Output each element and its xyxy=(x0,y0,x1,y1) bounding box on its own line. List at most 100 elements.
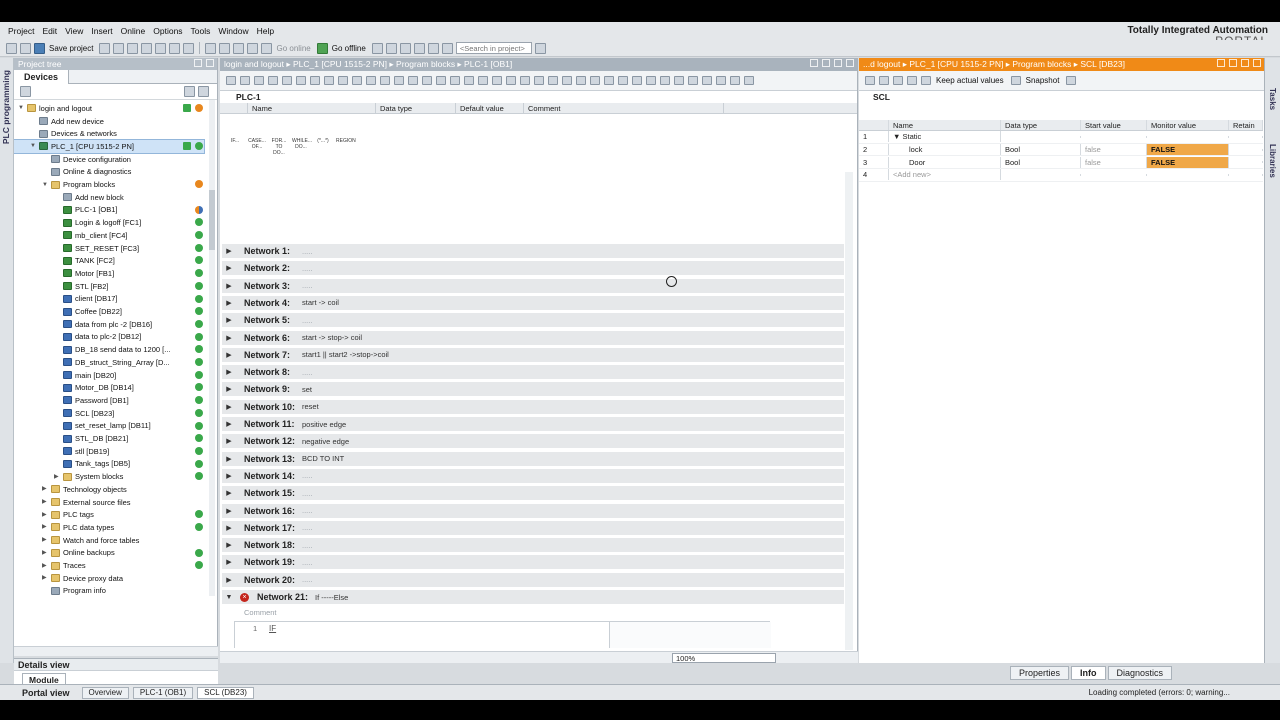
network-row[interactable]: ▶ Network 20:..... xyxy=(222,572,844,588)
editor-tool-icon[interactable] xyxy=(478,76,488,85)
instr-for[interactable]: FOR... TO DO... xyxy=(270,138,288,162)
start-cpu-icon[interactable] xyxy=(385,42,397,54)
db-cell-start[interactable]: false xyxy=(1081,144,1147,156)
menu-options[interactable]: Options xyxy=(149,26,186,36)
instr-if[interactable]: IF... xyxy=(226,138,244,162)
cross-reference-icon[interactable] xyxy=(413,42,425,54)
collapse-arrow-icon[interactable]: ▶ xyxy=(222,334,236,342)
search-input[interactable] xyxy=(455,42,532,54)
db-add-row-icon[interactable] xyxy=(879,76,889,85)
split-horizontal-icon[interactable] xyxy=(427,42,439,54)
editor-tool-icon[interactable] xyxy=(366,76,376,85)
collapse-arrow-icon[interactable]: ▶ xyxy=(222,437,236,445)
go-offline-button[interactable]: Go offline xyxy=(332,44,366,53)
collapse-arrow-icon[interactable]: ▶ xyxy=(42,486,48,492)
network-row[interactable]: ▶ Network 11: positive edge xyxy=(222,417,844,432)
tree-item[interactable]: ▶ External source files xyxy=(14,496,204,509)
collapse-arrow-icon[interactable]: ▶ xyxy=(222,455,236,463)
collapse-arrow-icon[interactable]: ▶ xyxy=(222,385,236,393)
tree-item[interactable]: Motor_DB [DB14] xyxy=(14,381,204,394)
tree-item[interactable]: DB_18 send data to 1200 [... xyxy=(14,343,204,356)
editor-tool-icon[interactable] xyxy=(240,76,250,85)
menu-tools[interactable]: Tools xyxy=(187,26,215,36)
tree-item[interactable]: ▶ System blocks xyxy=(14,470,204,483)
download-icon[interactable] xyxy=(219,42,231,54)
menu-view[interactable]: View xyxy=(61,26,87,36)
open-project-icon[interactable] xyxy=(20,42,31,54)
go-online-icon[interactable] xyxy=(261,42,273,54)
network-row[interactable]: ▶ Network 19:..... xyxy=(222,555,844,571)
collapse-arrow-icon[interactable]: ▶ xyxy=(42,512,48,518)
tree-item[interactable]: ▼ PLC_1 [CPU 1515-2 PN] xyxy=(14,139,205,154)
task-plc1-ob1[interactable]: PLC-1 (OB1) xyxy=(132,686,194,699)
filter-icon[interactable] xyxy=(20,86,31,97)
db-cell-name[interactable]: lock xyxy=(889,144,1001,156)
db-cell-type[interactable]: Bool xyxy=(1001,144,1081,156)
tree-item[interactable]: SCL [DB23] xyxy=(14,407,204,420)
editor-tool-icon[interactable] xyxy=(408,76,418,85)
collapse-arrow-icon[interactable]: ▶ xyxy=(222,524,236,532)
snapshot-button[interactable]: Snapshot xyxy=(1026,76,1060,85)
editor-tool-icon[interactable] xyxy=(534,76,544,85)
network-row[interactable]: ▶ Network 17:..... xyxy=(222,520,844,536)
collapse-arrow-icon[interactable]: ▶ xyxy=(222,489,236,497)
collapse-arrow-icon[interactable]: ▶ xyxy=(42,550,48,556)
tree-item[interactable]: Tank_tags [DB5] xyxy=(14,458,204,471)
editor-tool-icon[interactable] xyxy=(380,76,390,85)
tree-item[interactable]: set_reset_lamp [DB11] xyxy=(14,420,204,433)
minimize-icon[interactable] xyxy=(810,59,818,67)
db-cell-n[interactable]: 3 xyxy=(859,156,889,168)
editor-tool-icon[interactable] xyxy=(296,76,306,85)
db-row[interactable]: 4 <Add new> xyxy=(859,169,1263,182)
db-row[interactable]: 2 lock Bool false FALSE xyxy=(859,144,1263,157)
network-row[interactable]: ▶ Network 13: BCD TO INT xyxy=(222,451,844,467)
db-cell-name[interactable]: ▼ Static xyxy=(889,131,1001,143)
collapse-arrow-icon[interactable]: ▶ xyxy=(222,472,236,480)
network-row[interactable]: ▶ Network 18:..... xyxy=(222,538,844,554)
tree-item[interactable]: ▶ Device proxy data xyxy=(14,572,204,585)
tree-item[interactable]: ▶ Online backups xyxy=(14,547,204,560)
menu-insert[interactable]: Insert xyxy=(87,26,116,36)
tree-item[interactable]: ▼ Program blocks xyxy=(14,178,204,191)
network-row[interactable]: ▶ Network 5:..... xyxy=(222,313,844,329)
editor-tool-icon[interactable] xyxy=(422,76,432,85)
editor-tool-icon[interactable] xyxy=(464,76,474,85)
db-restore-icon[interactable] xyxy=(1241,59,1249,67)
db-cell-n[interactable]: 1 xyxy=(859,131,889,143)
network-row[interactable]: ▶ Network 4: start -> coil xyxy=(222,295,844,311)
tree-item[interactable]: Device configuration xyxy=(14,153,204,166)
tree-item[interactable]: Devices & networks xyxy=(14,127,204,140)
db-cell-type[interactable] xyxy=(1001,173,1081,176)
print-icon[interactable] xyxy=(99,42,111,54)
editor-tool-icon[interactable] xyxy=(506,76,516,85)
tree-item[interactable]: ▶ Technology objects xyxy=(14,483,204,496)
collapse-arrow-icon[interactable]: ▶ xyxy=(222,403,236,411)
editor-tool-icon[interactable] xyxy=(618,76,628,85)
restore-icon[interactable] xyxy=(834,59,842,67)
editor-tool-icon[interactable] xyxy=(548,76,558,85)
collapse-arrow-icon[interactable]: ▶ xyxy=(222,299,236,307)
db-cell-mon[interactable]: FALSE xyxy=(1147,144,1229,156)
collapse-arrow-icon[interactable]: ▶ xyxy=(222,264,236,272)
editor-tool-icon[interactable] xyxy=(660,76,670,85)
tree-item[interactable]: ▶ Traces xyxy=(14,559,204,572)
tree-item[interactable]: STL_DB [DB21] xyxy=(14,432,204,445)
collapse-arrow-icon[interactable]: ▶ xyxy=(42,537,48,543)
tree-item[interactable]: SET_RESET [FC3] xyxy=(14,242,204,255)
collapse-arrow-icon[interactable]: ▶ xyxy=(42,563,48,569)
code-text[interactable]: IF xyxy=(269,624,276,633)
paste-icon[interactable] xyxy=(141,42,153,54)
editor-tool-icon[interactable] xyxy=(338,76,348,85)
task-overview[interactable]: Overview xyxy=(81,686,129,699)
network-row[interactable]: ▶ Network 7: start1 || start2 ->stop->coil xyxy=(222,347,844,363)
overview-icon[interactable] xyxy=(184,86,195,97)
scl-code-editor[interactable]: 1 IF xyxy=(234,621,771,648)
tree-vertical-scrollbar[interactable] xyxy=(209,100,215,596)
editor-tool-icon[interactable] xyxy=(702,76,712,85)
tab-devices[interactable]: Devices xyxy=(14,70,70,84)
instr-case[interactable]: CASE... OF... xyxy=(248,138,266,162)
network-row[interactable]: ▶ Network 12: negative edge xyxy=(222,434,844,450)
collapse-arrow-icon[interactable]: ▶ xyxy=(222,541,236,549)
db-cell-name[interactable]: Door xyxy=(889,156,1001,168)
db-cell-n[interactable]: 2 xyxy=(859,144,889,156)
